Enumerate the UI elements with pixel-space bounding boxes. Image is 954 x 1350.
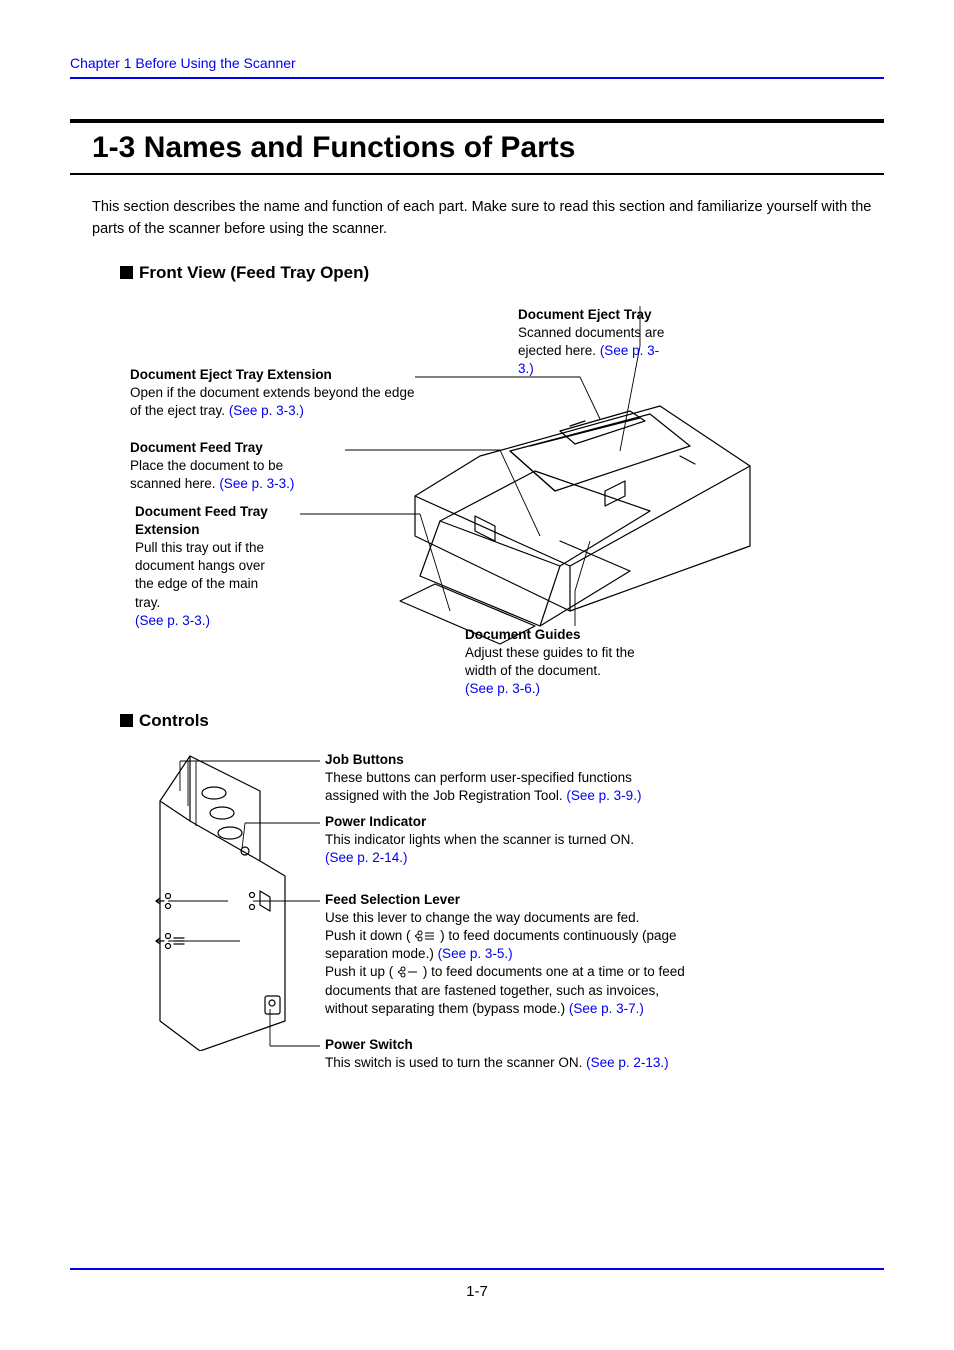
- callout-title: Power Indicator: [325, 814, 426, 829]
- section-title: 1-3 Names and Functions of Parts: [70, 123, 884, 173]
- see-link[interactable]: (See p. 3-3.): [229, 403, 304, 418]
- callout-desc: Push it down (: [325, 928, 411, 943]
- callout-title: Document Feed Tray Extension: [135, 504, 268, 537]
- intro-paragraph: This section describes the name and func…: [70, 197, 884, 241]
- see-link[interactable]: (See p. 3-7.): [569, 1001, 644, 1016]
- see-link[interactable]: (See p. 3-9.): [566, 788, 641, 803]
- header-divider: [70, 77, 884, 79]
- callout-feed-lever: Feed Selection Lever Use this lever to c…: [325, 891, 685, 1019]
- see-link[interactable]: (See p. 2-14.): [325, 850, 408, 865]
- see-link[interactable]: (See p. 3-3.): [135, 613, 210, 628]
- square-bullet-icon: [120, 714, 133, 727]
- title-rule-bottom: [70, 173, 884, 175]
- callout-desc: Push it up (: [325, 964, 393, 979]
- callout-feed-extension: Document Feed Tray Extension Pull this t…: [135, 503, 270, 631]
- callout-power-switch: Power Switch This switch is used to turn…: [325, 1036, 725, 1072]
- callout-title: Document Feed Tray: [130, 440, 263, 455]
- callout-title: Document Eject Tray Extension: [130, 367, 332, 382]
- bypass-icon: [397, 966, 419, 978]
- callout-title: Power Switch: [325, 1037, 413, 1052]
- callout-eject-tray: Document Eject Tray Scanned documents ar…: [518, 306, 673, 379]
- callout-eject-extension: Document Eject Tray Extension Open if th…: [130, 366, 425, 421]
- callout-desc: This indicator lights when the scanner i…: [325, 832, 634, 847]
- callout-job-buttons: Job Buttons These buttons can perform us…: [325, 751, 685, 806]
- square-bullet-icon: [120, 266, 133, 279]
- subheading-front-view: Front View (Feed Tray Open): [70, 263, 884, 283]
- callout-desc: Use this lever to change the way documen…: [325, 910, 639, 925]
- subheading-front-view-text: Front View (Feed Tray Open): [139, 263, 369, 282]
- callout-power-indicator: Power Indicator This indicator lights wh…: [325, 813, 685, 868]
- see-link[interactable]: (See p. 3-3.): [219, 476, 294, 491]
- callout-desc: This switch is used to turn the scanner …: [325, 1055, 586, 1070]
- callout-desc: Pull this tray out if the document hangs…: [135, 540, 265, 610]
- subheading-controls: Controls: [70, 711, 884, 731]
- front-view-diagram: Document Eject Tray Extension Open if th…: [120, 291, 850, 711]
- controls-diagram: Job Buttons These buttons can perform us…: [120, 741, 850, 1091]
- callout-feed-tray: Document Feed Tray Place the document to…: [130, 439, 305, 494]
- callout-title: Document Guides: [465, 627, 581, 642]
- callout-desc: Adjust these guides to fit the width of …: [465, 645, 635, 678]
- chapter-header: Chapter 1 Before Using the Scanner: [70, 55, 884, 71]
- see-link[interactable]: (See p. 3-6.): [465, 681, 540, 696]
- callout-title: Job Buttons: [325, 752, 404, 767]
- see-link[interactable]: (See p. 2-13.): [586, 1055, 669, 1070]
- page-number: 1-7: [0, 1283, 954, 1300]
- see-link[interactable]: (See p. 3-5.): [438, 946, 513, 961]
- subheading-controls-text: Controls: [139, 711, 209, 730]
- page: Chapter 1 Before Using the Scanner 1-3 N…: [0, 0, 954, 1350]
- callout-title: Feed Selection Lever: [325, 892, 460, 907]
- footer-divider: [70, 1268, 884, 1270]
- callout-document-guides: Document Guides Adjust these guides to f…: [465, 626, 650, 699]
- callout-title: Document Eject Tray: [518, 307, 652, 322]
- page-separation-icon: [414, 930, 436, 942]
